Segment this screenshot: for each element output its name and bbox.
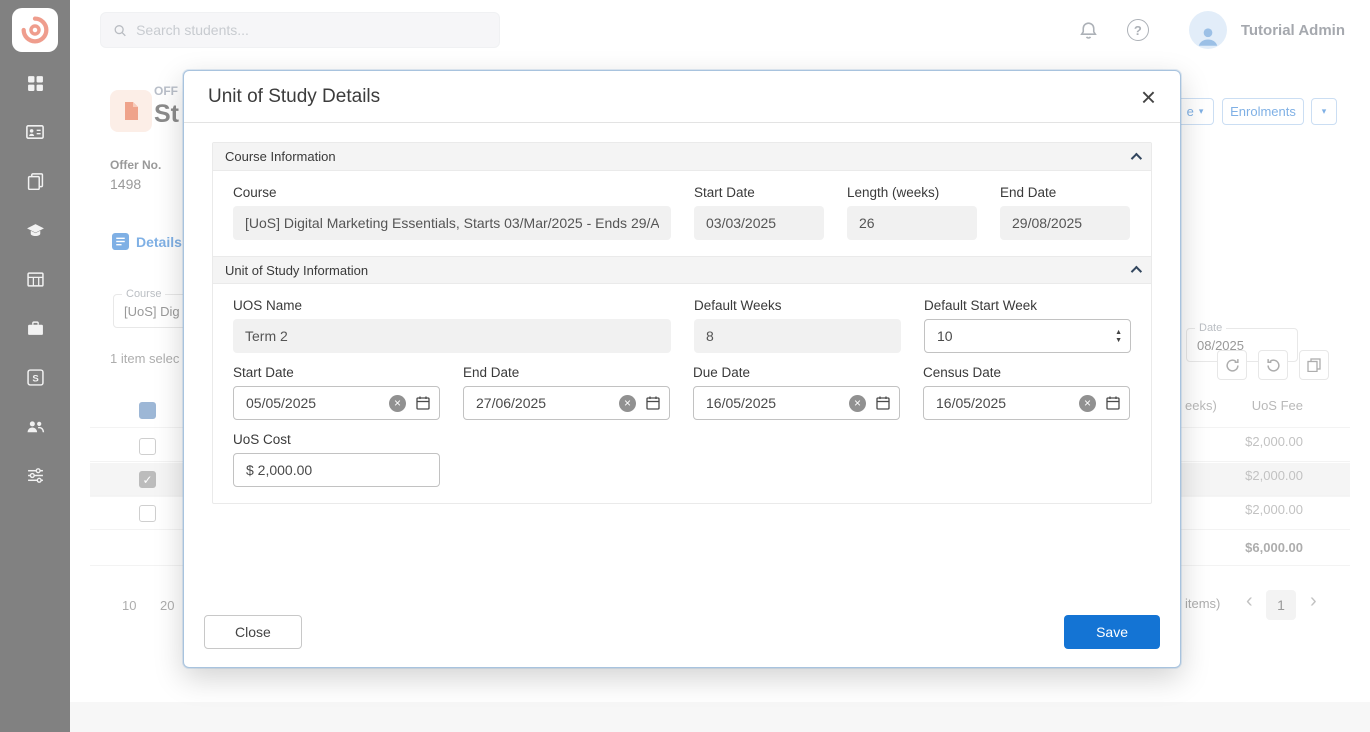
clear-icon[interactable]: × [619,395,636,412]
clear-icon[interactable]: × [389,395,406,412]
uos-start-date-input[interactable] [246,395,380,411]
field-census-date: Census Date × [923,365,1130,420]
default-weeks-label: Default Weeks [694,298,901,313]
calendar-icon[interactable] [415,395,431,411]
form-panel: Course Information Course Start Date Len… [212,142,1152,504]
default-weeks-input [694,319,901,353]
field-course: Course [233,185,671,240]
calendar-icon[interactable] [645,395,661,411]
field-default-weeks: Default Weeks [694,298,901,353]
length-weeks-label: Length (weeks) [847,185,977,200]
field-length-weeks: Length (weeks) [847,185,977,240]
due-date-input[interactable] [706,395,840,411]
uos-start-date-picker[interactable]: × [233,386,440,420]
field-due-date: Due Date × [693,365,900,420]
default-start-week-label: Default Start Week [924,298,1131,313]
course-end-date-label: End Date [1000,185,1130,200]
dialog-header: Unit of Study Details × [184,71,1180,123]
uos-end-date-picker[interactable]: × [463,386,670,420]
field-uos-start-date: Start Date × [233,365,440,420]
spinner-buttons: ▲ ▼ [1115,329,1122,344]
dialog-title: Unit of Study Details [208,86,380,108]
section-course-title: Course Information [225,149,336,164]
due-date-picker[interactable]: × [693,386,900,420]
close-icon[interactable]: × [1141,84,1156,110]
calendar-icon[interactable] [875,395,891,411]
uos-name-input [233,319,671,353]
uos-end-date-input[interactable] [476,395,610,411]
uos-details-dialog: Unit of Study Details × Course Informati… [183,70,1181,668]
section-course-information[interactable]: Course Information [213,143,1151,171]
section-course-body: Course Start Date Length (weeks) End Dat… [213,171,1151,256]
length-weeks-input [847,206,977,240]
due-date-label: Due Date [693,365,900,380]
chevron-up-icon[interactable] [1131,266,1142,277]
field-default-start-week: Default Start Week ▲ ▼ [924,298,1131,353]
uos-name-label: UOS Name [233,298,671,313]
course-label: Course [233,185,671,200]
clear-icon[interactable]: × [849,395,866,412]
section-uos-title: Unit of Study Information [225,263,368,278]
census-date-picker[interactable]: × [923,386,1130,420]
field-uos-cost: UoS Cost [233,432,440,487]
course-start-date-label: Start Date [694,185,824,200]
course-start-date-input [694,206,824,240]
save-button[interactable]: Save [1064,615,1160,649]
default-start-week-input[interactable] [937,328,1106,344]
section-uos-information[interactable]: Unit of Study Information [213,256,1151,284]
uos-cost-label: UoS Cost [233,432,440,447]
census-date-label: Census Date [923,365,1130,380]
spinner-up-icon[interactable]: ▲ [1115,329,1122,336]
default-start-week-spinner[interactable]: ▲ ▼ [924,319,1131,353]
field-course-end-date: End Date [1000,185,1130,240]
clear-icon[interactable]: × [1079,395,1096,412]
section-uos-body: UOS Name Default Weeks Default Start Wee… [213,284,1151,503]
dialog-footer: Close Save [204,615,1160,649]
chevron-up-icon[interactable] [1131,152,1142,163]
close-button[interactable]: Close [204,615,302,649]
course-input [233,206,671,240]
uos-cost-wrap[interactable] [233,453,440,487]
field-uos-name: UOS Name [233,298,671,353]
field-course-start-date: Start Date [694,185,824,240]
spinner-down-icon[interactable]: ▼ [1115,337,1122,344]
field-uos-end-date: End Date × [463,365,670,420]
course-end-date-input [1000,206,1130,240]
uos-end-date-label: End Date [463,365,670,380]
dialog-body: Course Information Course Start Date Len… [184,123,1180,504]
census-date-input[interactable] [936,395,1070,411]
uos-cost-input[interactable] [246,462,431,478]
calendar-icon[interactable] [1105,395,1121,411]
uos-start-date-label: Start Date [233,365,440,380]
